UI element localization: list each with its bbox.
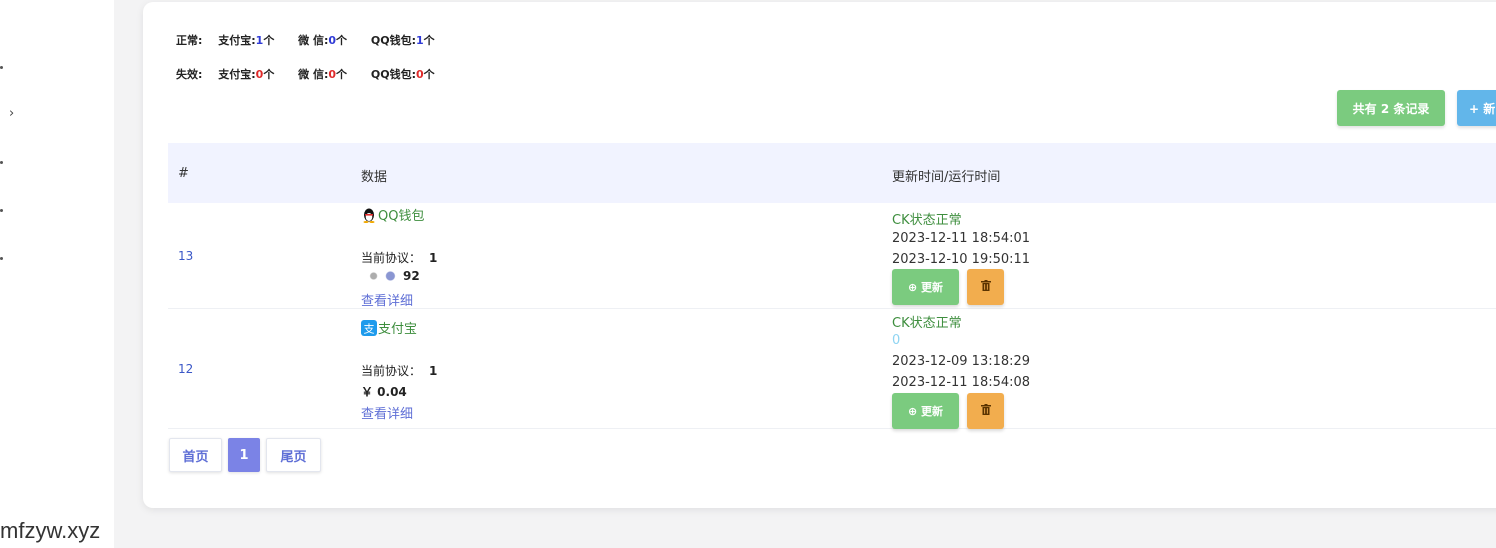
current-page-button[interactable]: 1	[228, 438, 260, 472]
column-header-id: #	[178, 166, 189, 181]
run-time: 2023-12-11 18:54:08	[892, 375, 1031, 390]
main-card: 正常: 支付宝:1个 微 信:0个 QQ钱包:1个 失效: 支付宝:0个 微 信…	[143, 2, 1496, 508]
table-row: 13 QQ钱包 当前协议： 1 92 查看详细 CK状态正常 2023-12-11…	[168, 203, 1496, 309]
row-protocol: 当前协议： 1	[361, 364, 438, 378]
row-id[interactable]: 13	[178, 249, 193, 263]
stats-normal: 正常: 支付宝:1个 微 信:0个 QQ钱包:1个	[176, 34, 435, 47]
stats-invalid: 失效: 支付宝:0个 微 信:0个 QQ钱包:0个	[176, 68, 435, 81]
stats-label: 正常:	[176, 34, 203, 47]
qq-penguin-icon	[363, 208, 375, 223]
view-detail-link[interactable]: 查看详细	[361, 290, 413, 309]
column-header-time: 更新时间/运行时间	[892, 170, 1001, 185]
blurred-avatar-icon	[361, 268, 403, 284]
sidebar-bullet[interactable]	[0, 66, 3, 69]
last-page-button[interactable]: 尾页	[266, 438, 321, 472]
trash-icon	[980, 280, 991, 291]
run-time: 2023-12-10 19:50:11	[892, 252, 1031, 267]
sidebar-bullet[interactable]	[0, 161, 3, 164]
row-amount: ￥ 0.04	[361, 385, 407, 399]
sidebar-bullet[interactable]	[0, 257, 3, 260]
table-row: 12 支 支付宝 当前协议： 1 ￥ 0.04 查看详细 CK状态正常 0 202…	[168, 309, 1496, 429]
row-type: 支 支付宝	[361, 318, 417, 337]
stats-label: 失效:	[176, 68, 203, 81]
alipay-icon: 支	[361, 319, 377, 336]
ck-status: CK状态正常	[892, 316, 962, 331]
trash-icon	[980, 404, 991, 415]
update-button[interactable]: ⊕ 更新	[892, 269, 959, 305]
extra-value: 0	[892, 333, 901, 348]
row-type: QQ钱包	[361, 205, 424, 224]
column-header-data: 数据	[361, 170, 388, 185]
row-id[interactable]: 12	[178, 362, 193, 376]
row-protocol: 当前协议： 1	[361, 251, 438, 265]
chevron-right-icon[interactable]: ›	[9, 106, 14, 121]
update-button[interactable]: ⊕ 更新	[892, 393, 959, 429]
watermark: mfzyw.xyz	[0, 518, 101, 543]
update-time: 2023-12-09 13:18:29	[892, 354, 1031, 369]
add-new-button[interactable]: + 新	[1457, 90, 1496, 126]
delete-button[interactable]	[967, 393, 1004, 429]
sidebar-bullet[interactable]	[0, 209, 3, 212]
table-header: # 数据 更新时间/运行时间	[168, 143, 1496, 203]
sidebar: ›	[0, 0, 114, 548]
svg-text:支: 支	[364, 322, 375, 335]
delete-button[interactable]	[967, 269, 1004, 305]
update-time: 2023-12-11 18:54:01	[892, 231, 1031, 246]
row-amount: 92	[361, 268, 420, 284]
record-count-button[interactable]: 共有 2 条记录	[1337, 90, 1445, 126]
ck-status: CK状态正常	[892, 213, 962, 228]
view-detail-link[interactable]: 查看详细	[361, 403, 413, 422]
first-page-button[interactable]: 首页	[169, 438, 222, 472]
